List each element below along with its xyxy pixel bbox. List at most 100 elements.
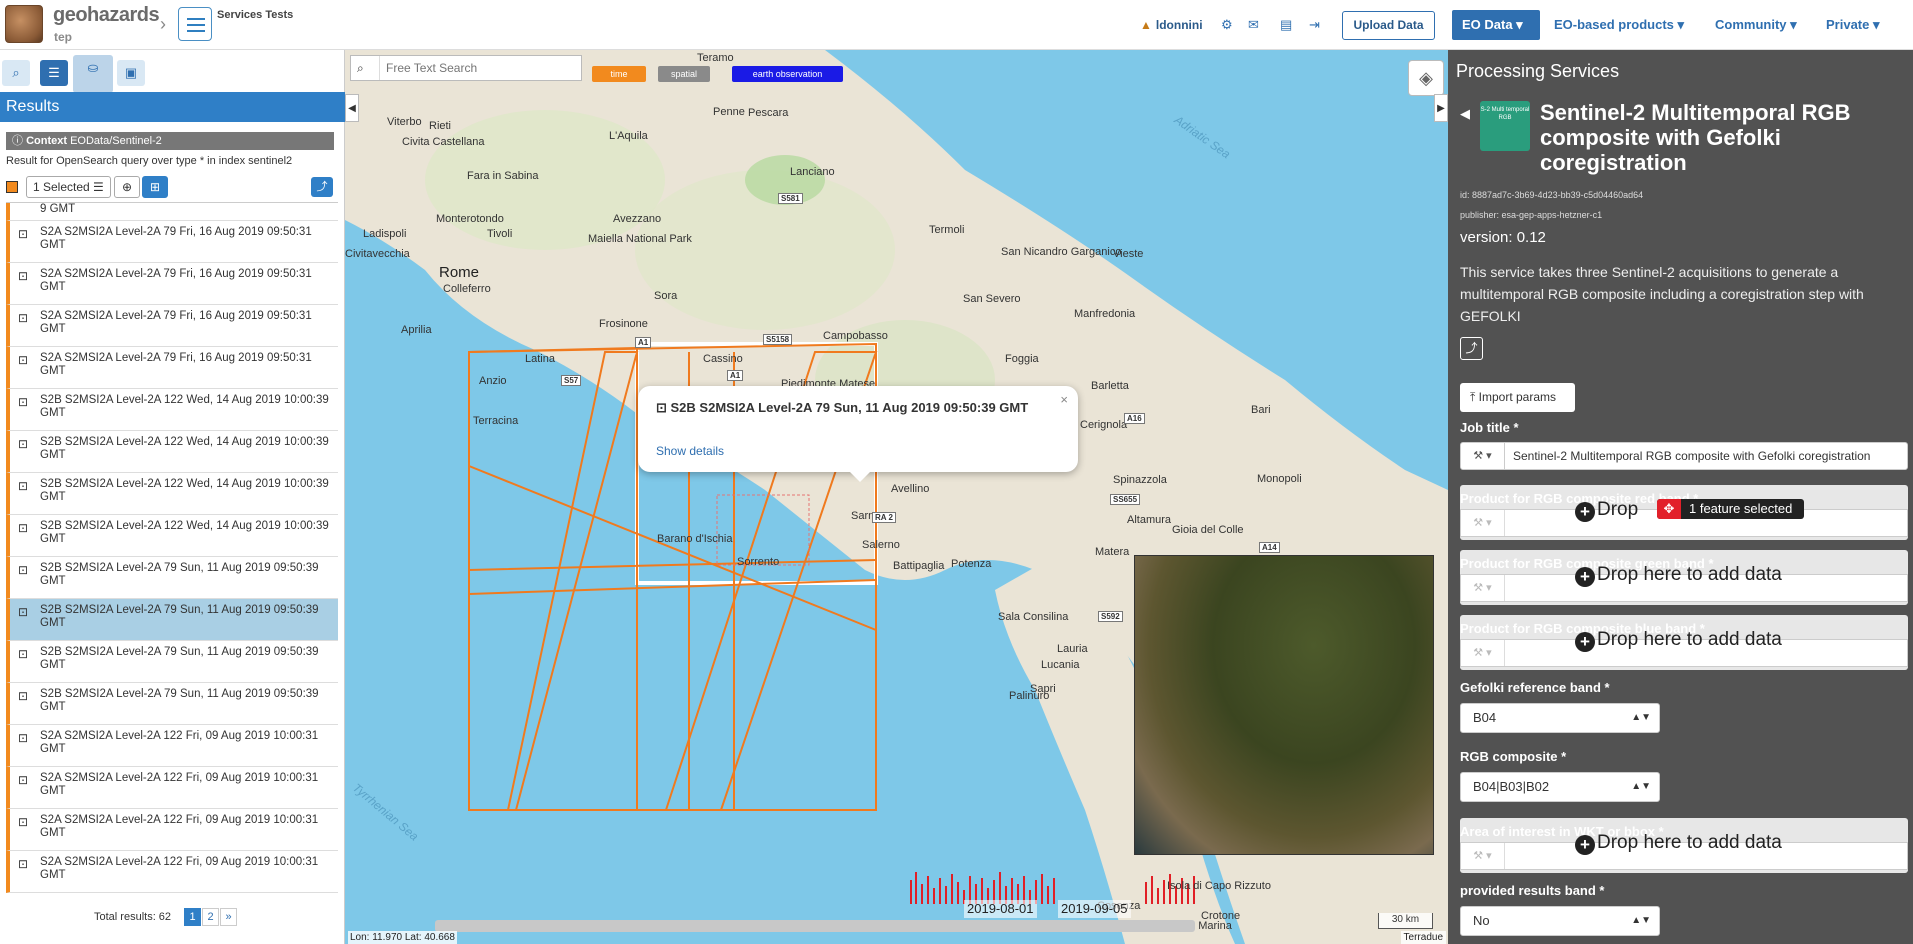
- map-place-label: Manfredonia: [1074, 308, 1136, 320]
- blue-band-dropzone[interactable]: Product for RGB composite blue band * ⚒ …: [1460, 615, 1908, 670]
- add-to-basket-icon[interactable]: ⊕: [114, 176, 140, 198]
- job-title-field[interactable]: ⚒ ▾ Sentinel-2 Multitemporal RGB composi…: [1460, 442, 1908, 470]
- logo-text[interactable]: geohazards: [53, 4, 160, 27]
- list-item[interactable]: 9 GMT: [6, 203, 338, 221]
- time-filter-tag[interactable]: time: [592, 66, 646, 82]
- aoi-dropzone[interactable]: Area of interest in WKT or bbox * ⚒ ▾ + D…: [1460, 818, 1908, 873]
- import-params-button[interactable]: ⤒ Import params: [1460, 383, 1575, 412]
- red-band-dropzone[interactable]: Product for RGB composite red band * ⚒ ▾…: [1460, 485, 1908, 540]
- provided-results-band-select[interactable]: No ▲▼: [1460, 906, 1660, 936]
- drop-label: Drop here to add data: [1597, 564, 1782, 585]
- rgb-composite-select[interactable]: B04|B03|B02 ▲▼: [1460, 772, 1660, 802]
- share-icon[interactable]: ⤴: [311, 177, 333, 197]
- back-icon[interactable]: ◀: [1460, 106, 1470, 122]
- show-details-link[interactable]: Show details: [656, 444, 724, 458]
- magic-wand-icon[interactable]: ⚒ ▾: [1461, 575, 1505, 601]
- footprint-icon: ⊡: [18, 437, 29, 451]
- logo-subtitle: tep: [54, 30, 72, 44]
- timeline-end-date[interactable]: 2019-09-05: [1058, 900, 1131, 918]
- list-item[interactable]: ⊡ S2B S2MSI2A Level-2A 122 Wed, 14 Aug 20…: [6, 515, 338, 557]
- nav-private[interactable]: Private ▾: [1816, 10, 1890, 40]
- drop-label: Drop here to add data: [1597, 629, 1782, 650]
- quicklook-image: [1134, 555, 1434, 855]
- add-all-to-basket-icon[interactable]: ⊞: [142, 176, 168, 198]
- free-text-search-input[interactable]: [379, 56, 579, 80]
- list-item[interactable]: ⊡ S2A S2MSI2A Level-2A 122 Fri, 09 Aug 20…: [6, 725, 338, 767]
- list-item[interactable]: ⊡ S2A S2MSI2A Level-2A 79 Fri, 16 Aug 201…: [6, 347, 338, 389]
- list-item[interactable]: ⊡ S2B S2MSI2A Level-2A 79 Sun, 11 Aug 201…: [6, 557, 338, 599]
- results-header: Results: [0, 92, 345, 122]
- timeline-scrollbar[interactable]: [435, 920, 1195, 932]
- feature-selected-badge: ✥ 1 feature selected: [1657, 499, 1805, 519]
- list-item-text: S2B S2MSI2A Level-2A 122 Wed, 14 Aug 201…: [40, 394, 329, 419]
- magic-wand-icon[interactable]: ⚒ ▾: [1461, 510, 1505, 536]
- list-item[interactable]: ⊡ S2A S2MSI2A Level-2A 79 Fri, 16 Aug 201…: [6, 263, 338, 305]
- list-item[interactable]: ⊡ S2B S2MSI2A Level-2A 122 Wed, 14 Aug 20…: [6, 431, 338, 473]
- results-panel: ⌕ ☰ ⛀ ▣ Results ⓘ Context EOData/Sentine…: [0, 50, 345, 944]
- nav-eo-data[interactable]: EO Data ▾: [1452, 10, 1540, 40]
- road-shield: A16: [1124, 413, 1145, 424]
- user-menu[interactable]: ▲ ldonnini: [1140, 18, 1203, 32]
- map-place-label: Ladispoli: [363, 228, 407, 240]
- map-place-label: Sora: [654, 290, 678, 302]
- map-place-label: Teramo: [697, 52, 734, 64]
- nav-eo-based-products[interactable]: EO-based products ▾: [1544, 10, 1694, 40]
- upload-data-button[interactable]: Upload Data: [1342, 11, 1435, 40]
- selected-dropdown-button[interactable]: 1 Selected ☰: [26, 176, 111, 198]
- search-tab-icon[interactable]: ⌕: [2, 60, 30, 86]
- page-2-button[interactable]: 2: [202, 908, 220, 926]
- basket-tab-icon[interactable]: ⛀: [73, 55, 113, 93]
- timeline-control[interactable]: 2019-08-01 2019-09-05: [435, 900, 1195, 936]
- nav-community[interactable]: Community ▾: [1705, 10, 1807, 40]
- road-shield: S57: [561, 375, 582, 386]
- eo-filter-tag[interactable]: earth observation: [732, 66, 843, 82]
- color-swatch-icon[interactable]: [6, 181, 18, 193]
- service-description: This service takes three Sentinel-2 acqu…: [1460, 264, 1864, 324]
- page-1-button[interactable]: 1: [184, 908, 202, 926]
- list-item[interactable]: ⊡ S2B S2MSI2A Level-2A 79 Sun, 11 Aug 201…: [6, 599, 338, 641]
- share-icon[interactable]: ⤴: [1460, 337, 1483, 360]
- map-place-label: L'Aquila: [609, 130, 648, 142]
- map-place-label: Latina: [525, 353, 555, 365]
- sign-out-icon[interactable]: ⇥: [1309, 17, 1320, 33]
- map-place-label: Campobasso: [823, 330, 888, 342]
- magic-wand-icon[interactable]: ⚒ ▾: [1461, 443, 1505, 469]
- map-place-label: Salerno: [862, 539, 900, 551]
- footprint-icon: ⊡: [18, 689, 29, 703]
- job-title-value[interactable]: Sentinel-2 Multitemporal RGB composite w…: [1513, 443, 1870, 469]
- list-item[interactable]: ⊡ S2A S2MSI2A Level-2A 122 Fri, 09 Aug 20…: [6, 809, 338, 851]
- list-item[interactable]: ⊡ S2A S2MSI2A Level-2A 79 Fri, 16 Aug 201…: [6, 221, 338, 263]
- job-title-label: Job title *: [1460, 420, 1519, 435]
- list-item[interactable]: ⊡ S2B S2MSI2A Level-2A 122 Wed, 14 Aug 20…: [6, 389, 338, 431]
- gear-icon[interactable]: ⚙: [1221, 17, 1233, 33]
- magic-wand-icon[interactable]: ⚒ ▾: [1461, 640, 1505, 666]
- book-icon[interactable]: ▤: [1280, 17, 1292, 33]
- list-item[interactable]: ⊡ S2A S2MSI2A Level-2A 122 Fri, 09 Aug 20…: [6, 767, 338, 809]
- list-tab-icon[interactable]: ☰: [40, 60, 68, 86]
- archive-tab-icon[interactable]: ▣: [117, 60, 145, 86]
- layers-icon[interactable]: ◈: [1408, 60, 1444, 96]
- geohazards-logo-icon[interactable]: [5, 5, 43, 43]
- map-view[interactable]: Teramo Pescara Viterbo Rieti L'Aquila Civita …: [345, 50, 1448, 944]
- list-item[interactable]: ⊡ S2A S2MSI2A Level-2A 79 Fri, 16 Aug 201…: [6, 305, 338, 347]
- services-tests-icon[interactable]: [178, 7, 212, 41]
- envelope-icon[interactable]: ✉: [1248, 17, 1259, 33]
- spatial-filter-tag[interactable]: spatial: [658, 66, 710, 82]
- move-icon: ✥: [1657, 499, 1681, 519]
- magic-wand-icon[interactable]: ⚒ ▾: [1461, 843, 1505, 869]
- list-item[interactable]: ⊡ S2B S2MSI2A Level-2A 79 Sun, 11 Aug 201…: [6, 641, 338, 683]
- gefolki-band-select[interactable]: B04 ▲▼: [1460, 703, 1660, 733]
- close-icon[interactable]: ×: [1060, 392, 1068, 407]
- collapse-left-icon[interactable]: ◀: [345, 94, 359, 122]
- next-page-button[interactable]: »: [220, 908, 238, 926]
- breadcrumb-services-tests[interactable]: Services Tests: [217, 9, 293, 21]
- green-band-dropzone[interactable]: Product for RGB composite green band * ⚒…: [1460, 550, 1908, 605]
- list-item[interactable]: ⊡ S2A S2MSI2A Level-2A 122 Fri, 09 Aug 20…: [6, 851, 338, 893]
- list-item[interactable]: ⊡ S2B S2MSI2A Level-2A 122 Wed, 14 Aug 20…: [6, 473, 338, 515]
- map-place-label: Colleferro: [443, 283, 491, 295]
- collapse-right-icon[interactable]: ▶: [1434, 94, 1448, 122]
- search-icon[interactable]: ⌕: [357, 61, 364, 76]
- results-list[interactable]: 9 GMT ⊡ S2A S2MSI2A Level-2A 79 Fri, 16 A…: [6, 202, 338, 937]
- timeline-start-date[interactable]: 2019-08-01: [964, 900, 1037, 918]
- list-item[interactable]: ⊡ S2B S2MSI2A Level-2A 79 Sun, 11 Aug 201…: [6, 683, 338, 725]
